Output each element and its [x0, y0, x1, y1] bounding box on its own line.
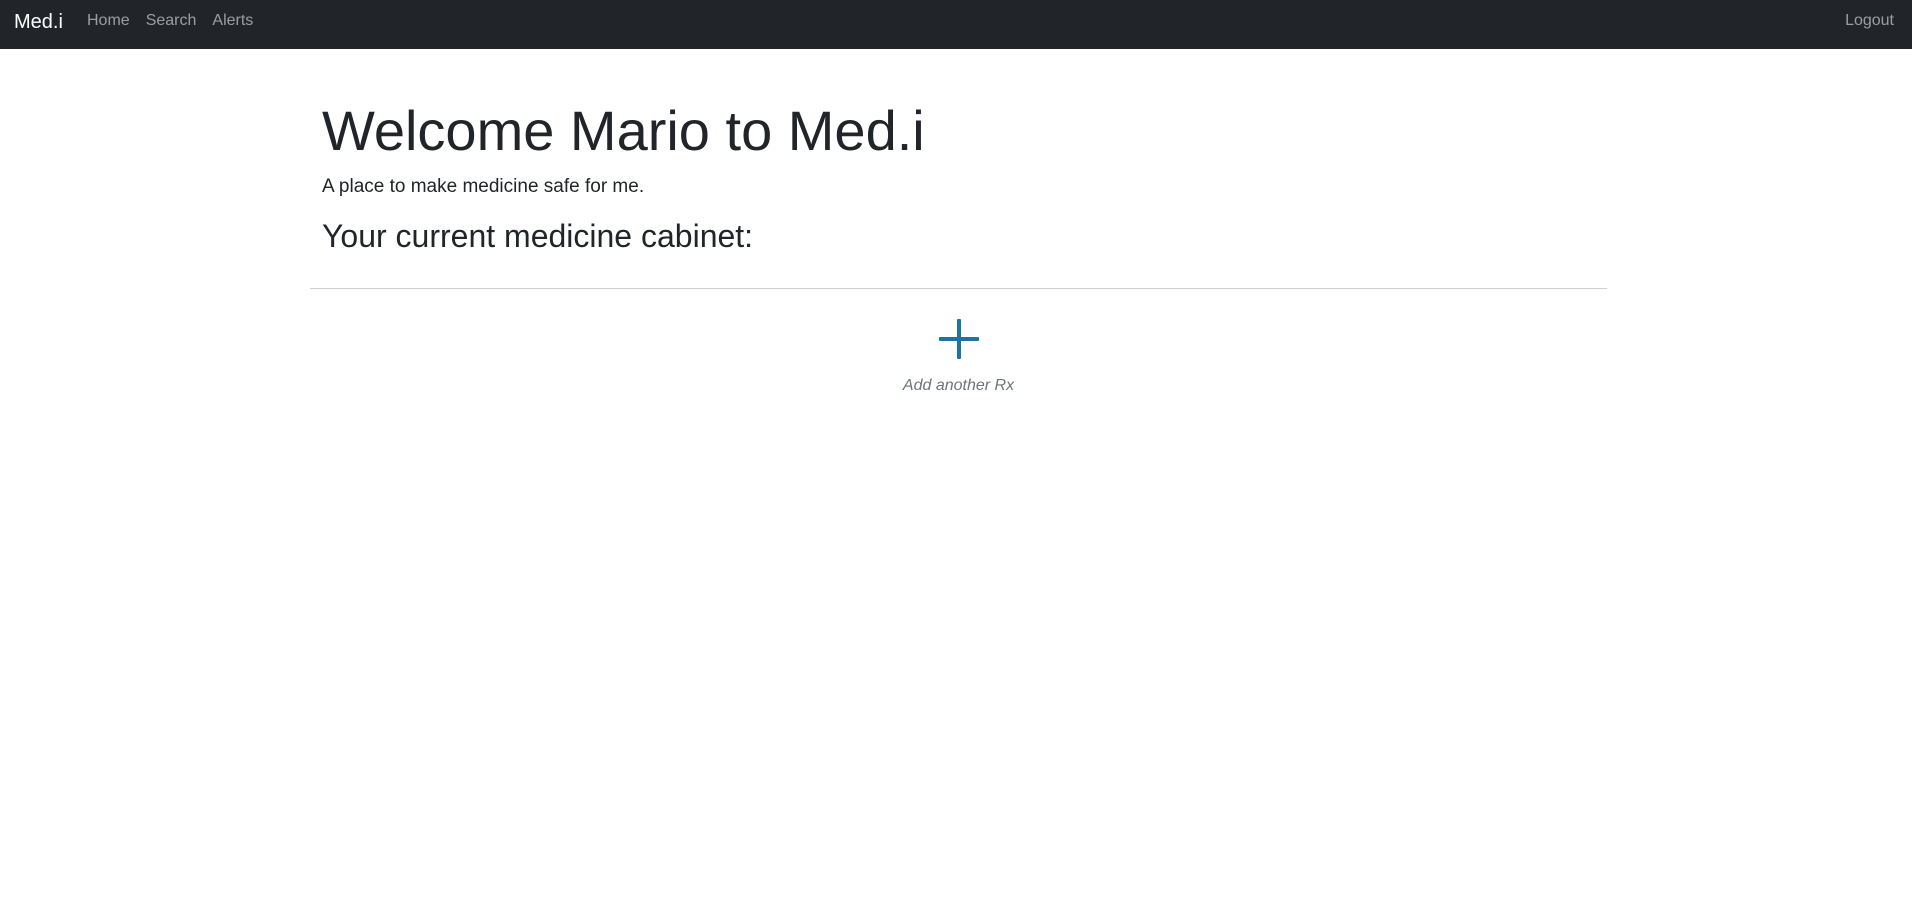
add-rx-button[interactable] — [937, 317, 981, 361]
logout-link[interactable]: Logout — [1845, 11, 1894, 31]
medicine-cabinet-title: Your current medicine cabinet: — [322, 218, 754, 254]
section-divider — [310, 288, 1607, 289]
nav-link-home[interactable]: Home — [79, 11, 138, 31]
nav-links: Home Search Alerts — [79, 11, 261, 31]
add-rx-caption: Add another Rx — [902, 377, 1015, 394]
brand-link[interactable]: Med.i — [14, 10, 63, 34]
nav-link-search[interactable]: Search — [138, 11, 205, 31]
nav-link-alerts[interactable]: Alerts — [204, 11, 261, 31]
top-navbar: Med.i Home Search Alerts Logout — [0, 0, 1912, 49]
tagline: A place to make medicine safe for me. — [322, 176, 645, 197]
add-rx-section: Add another Rx — [310, 317, 1607, 396]
welcome-heading: Welcome Mario to Med.i — [322, 99, 925, 162]
